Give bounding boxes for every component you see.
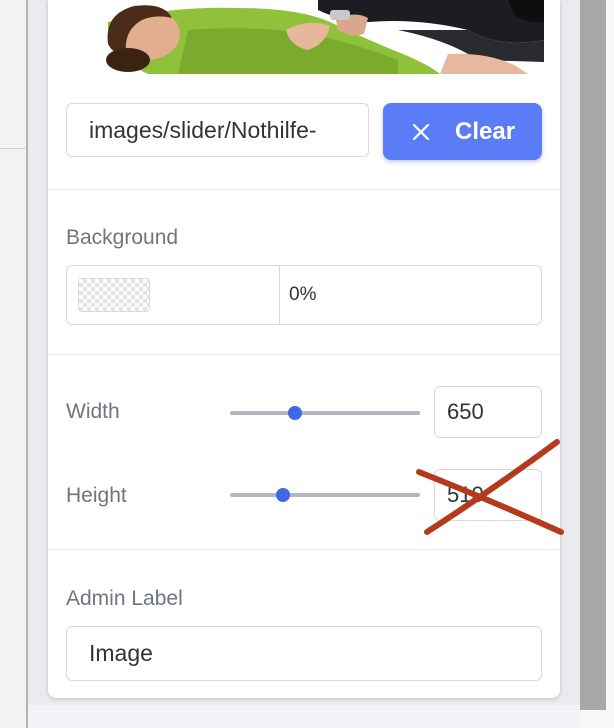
admin-label-input[interactable]: Image bbox=[66, 626, 542, 681]
right-window-edge bbox=[580, 0, 614, 728]
image-preview-photo bbox=[68, 0, 544, 74]
image-settings-panel: images/slider/Nothilfe- Clear Background… bbox=[48, 0, 560, 698]
width-label: Width bbox=[66, 400, 120, 423]
close-icon bbox=[412, 123, 430, 141]
width-input[interactable]: 650 bbox=[434, 386, 542, 438]
divider bbox=[48, 549, 560, 550]
width-slider-handle[interactable] bbox=[287, 406, 302, 420]
width-slider[interactable] bbox=[230, 403, 420, 423]
clear-image-button[interactable]: Clear bbox=[383, 103, 542, 160]
divider bbox=[48, 189, 560, 190]
admin-label-heading: Admin Label bbox=[66, 587, 183, 610]
cross-annotation-icon bbox=[416, 439, 564, 535]
height-label: Height bbox=[66, 484, 127, 507]
background-color-picker[interactable]: 0% bbox=[66, 265, 542, 325]
image-path-input[interactable]: images/slider/Nothilfe- bbox=[66, 103, 369, 157]
transparent-swatch[interactable] bbox=[78, 278, 150, 312]
clear-button-label: Clear bbox=[455, 118, 516, 145]
background-opacity-value: 0% bbox=[289, 284, 317, 305]
height-slider-handle[interactable] bbox=[276, 488, 291, 502]
bottom-strip bbox=[28, 705, 580, 728]
divider bbox=[48, 354, 560, 355]
height-slider[interactable] bbox=[230, 485, 420, 505]
left-window-edge bbox=[0, 0, 28, 728]
image-preview bbox=[68, 0, 544, 74]
background-label: Background bbox=[66, 226, 179, 249]
